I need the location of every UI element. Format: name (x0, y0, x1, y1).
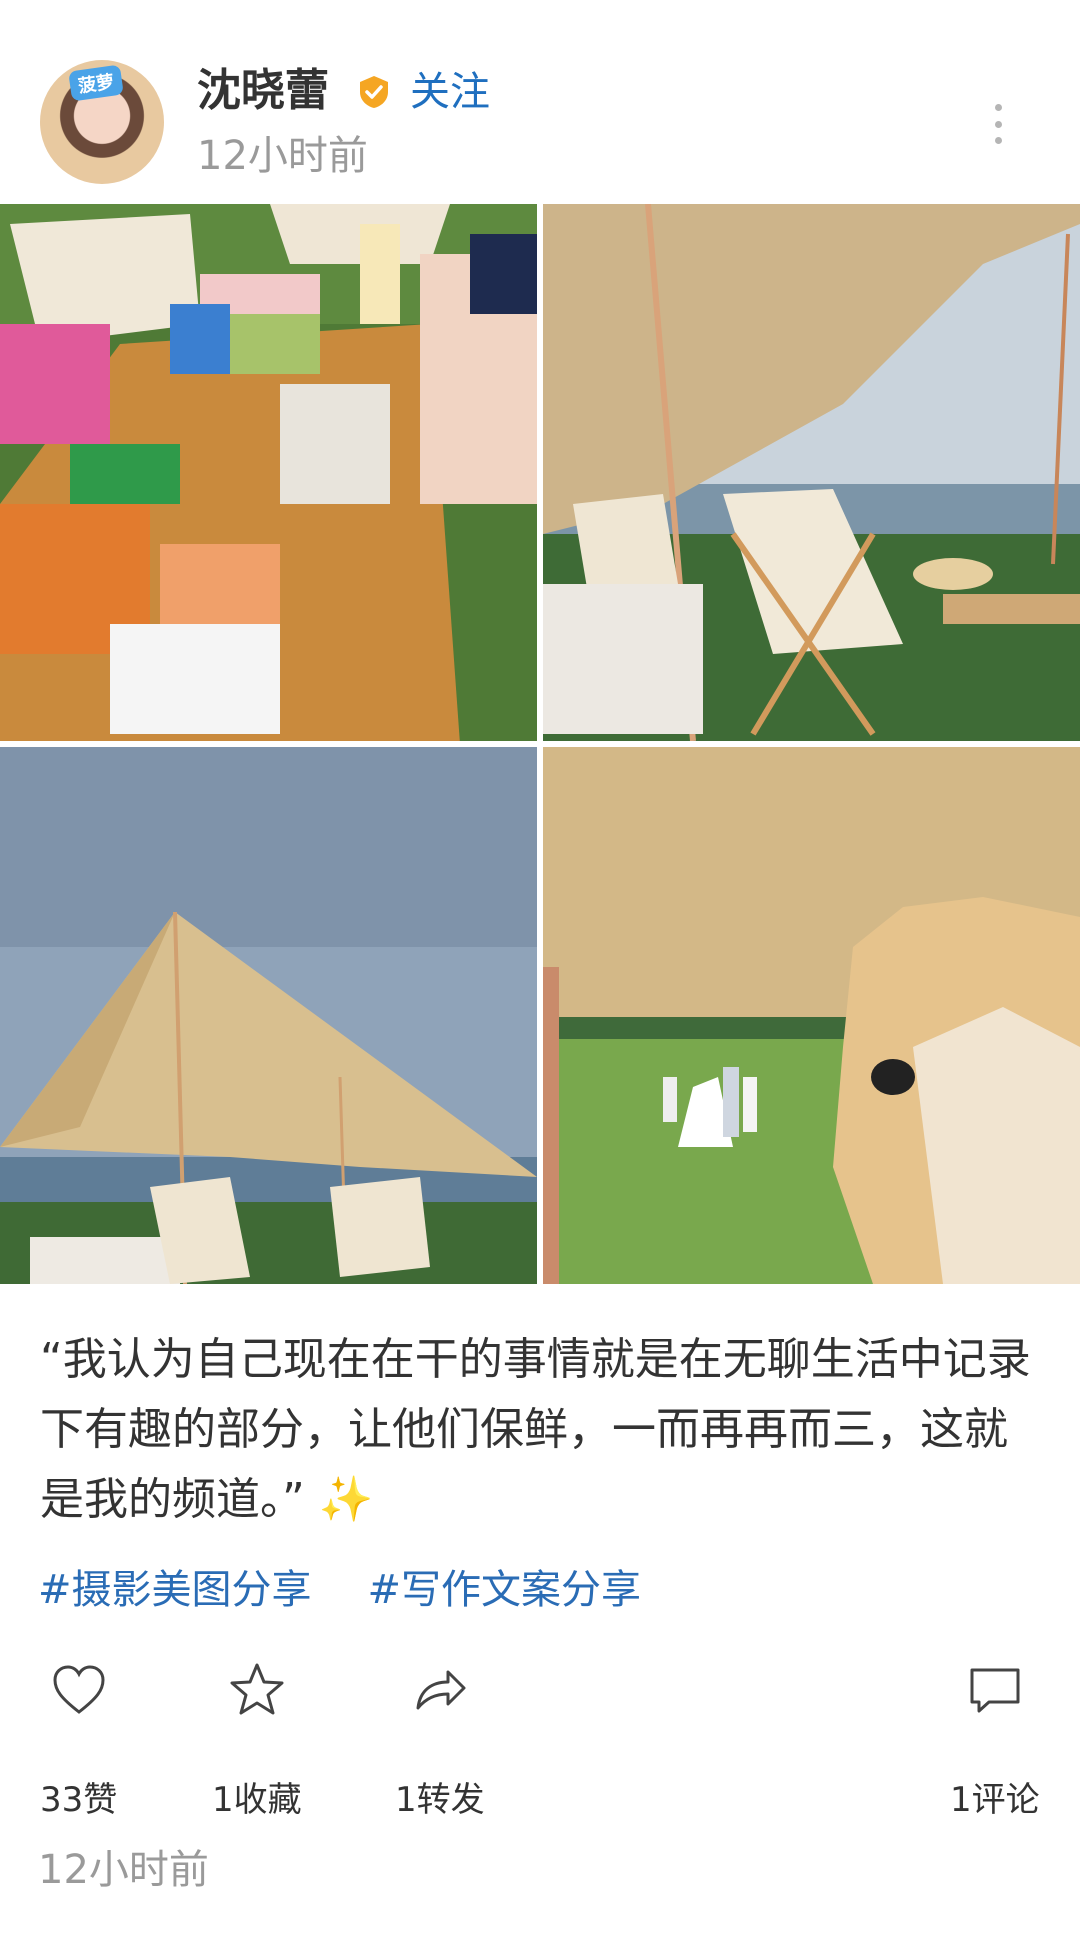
comment-button[interactable]: 1评论 (950, 1660, 1040, 1821)
username[interactable]: 沈晓蕾 (197, 62, 329, 120)
caption-text: “我认为自己现在在干的事情就是在无聊生活中记录下有趣的部分，让他们保鲜，一而再再… (40, 1334, 1031, 1525)
sparkles-icon: ✨ (318, 1474, 374, 1525)
post-caption: “我认为自己现在在干的事情就是在无聊生活中记录下有趣的部分，让他们保鲜，一而再再… (40, 1325, 1040, 1535)
share-count: 1转发 (395, 1780, 485, 1820)
post-time: 12小时前 (197, 133, 368, 179)
star-icon (230, 1663, 284, 1715)
photo-picnic-table[interactable] (0, 204, 537, 741)
hashtag-writing[interactable]: #写作文案分享 (368, 1560, 642, 1620)
photo-grid (0, 204, 1080, 1284)
more-options-icon[interactable] (992, 104, 1004, 144)
hashtag-photography[interactable]: #摄影美图分享 (38, 1560, 312, 1620)
avatar[interactable]: 菠萝 (40, 60, 164, 184)
verified-badge-icon (360, 76, 388, 108)
photo-wedding-lawn[interactable] (543, 747, 1080, 1284)
like-count: 33赞 (40, 1780, 118, 1820)
avatar-sticker: 菠萝 (68, 64, 124, 102)
share-button[interactable]: 1转发 (395, 1660, 485, 1821)
photo-canopy-sea[interactable] (543, 204, 1080, 741)
post-time-footer: 12小时前 (38, 1847, 209, 1893)
comment-count: 1评论 (950, 1780, 1040, 1820)
comment-icon (970, 1668, 1020, 1713)
hashtags: #摄影美图分享 #写作文案分享 (38, 1560, 641, 1620)
favorite-button[interactable]: 1收藏 (212, 1660, 302, 1821)
like-button[interactable]: 33赞 (40, 1660, 117, 1821)
follow-button[interactable]: 关注 (410, 64, 490, 120)
favorite-count: 1收藏 (212, 1780, 302, 1820)
heart-icon (53, 1665, 105, 1714)
share-arrow-icon (416, 1670, 466, 1710)
photo-canopy-sky[interactable] (0, 747, 537, 1284)
